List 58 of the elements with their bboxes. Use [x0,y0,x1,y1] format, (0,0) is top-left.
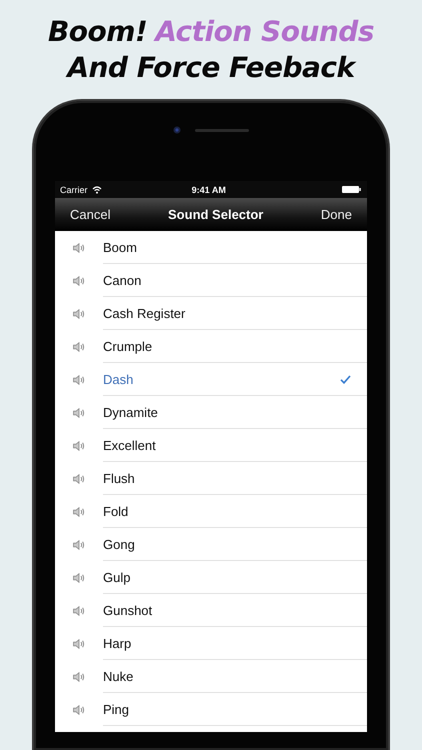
sound-row[interactable]: Gong [55,528,367,561]
sound-name: Excellent [103,438,156,452]
sound-name: Gunshot [103,602,152,618]
speaker-icon [73,506,85,516]
sound-row[interactable]: Canon [55,264,367,297]
speaker-icon [73,440,85,450]
sound-row[interactable]: Excellent [55,429,367,462]
sound-row[interactable]: Boom [55,231,367,264]
speaker-grille [195,128,249,132]
sound-name: Gulp [103,570,130,584]
speaker-icon [73,474,85,484]
sound-name: Dynamite [103,404,158,420]
speaker-icon [73,704,85,714]
checkmark-icon [340,374,351,384]
sound-row[interactable]: Fold [55,495,367,528]
sound-name: Cash Register [103,306,186,320]
sound-name: Boom [103,240,137,254]
headline-text: Boom! [48,15,148,48]
sound-name: Gong [103,536,135,552]
sound-name: Fold [103,504,128,518]
sound-row[interactable]: Ping [55,693,367,726]
speaker-icon [73,572,85,582]
sound-row[interactable]: Nuke [55,660,367,693]
sound-row[interactable]: Dash [55,363,367,396]
sound-row[interactable]: Harp [55,627,367,660]
sound-row[interactable]: Gulp [55,561,367,594]
camera-icon [173,126,181,134]
sound-name: Flush [103,470,135,486]
sound-row[interactable]: Crumple [55,330,367,363]
sound-name: Nuke [103,668,134,684]
speaker-icon [73,342,85,352]
sound-name: Crumple [103,338,152,354]
carrier-label: Carrier [60,184,88,194]
sound-name: Dash [103,372,134,386]
speaker-icon [73,408,85,418]
done-button[interactable]: Done [320,207,352,222]
sound-row[interactable]: Gunshot [55,594,367,627]
sound-name: Canon [103,272,142,288]
sound-name: Harp [103,636,132,650]
speaker-icon [73,672,85,682]
wifi-icon [92,186,102,194]
sound-row[interactable]: Cash Register [55,297,367,330]
sound-row[interactable]: Dynamite [55,396,367,429]
speaker-icon [73,606,85,616]
headline-text: And Force Feeback [67,51,355,84]
battery-icon [342,186,361,193]
speaker-icon [73,242,85,252]
speaker-icon [73,540,85,550]
speaker-icon [73,638,85,648]
speaker-icon [73,374,85,384]
sound-row[interactable]: Flush [55,462,367,495]
speaker-icon [73,276,85,286]
sound-name: Ping [103,702,130,716]
clock-time: 9:41 AM [192,184,226,194]
speaker-icon [73,308,85,318]
headline-text: Action Sounds [155,15,374,48]
cancel-button[interactable]: Cancel [70,207,110,222]
screen-title: Sound Selector [168,207,264,222]
